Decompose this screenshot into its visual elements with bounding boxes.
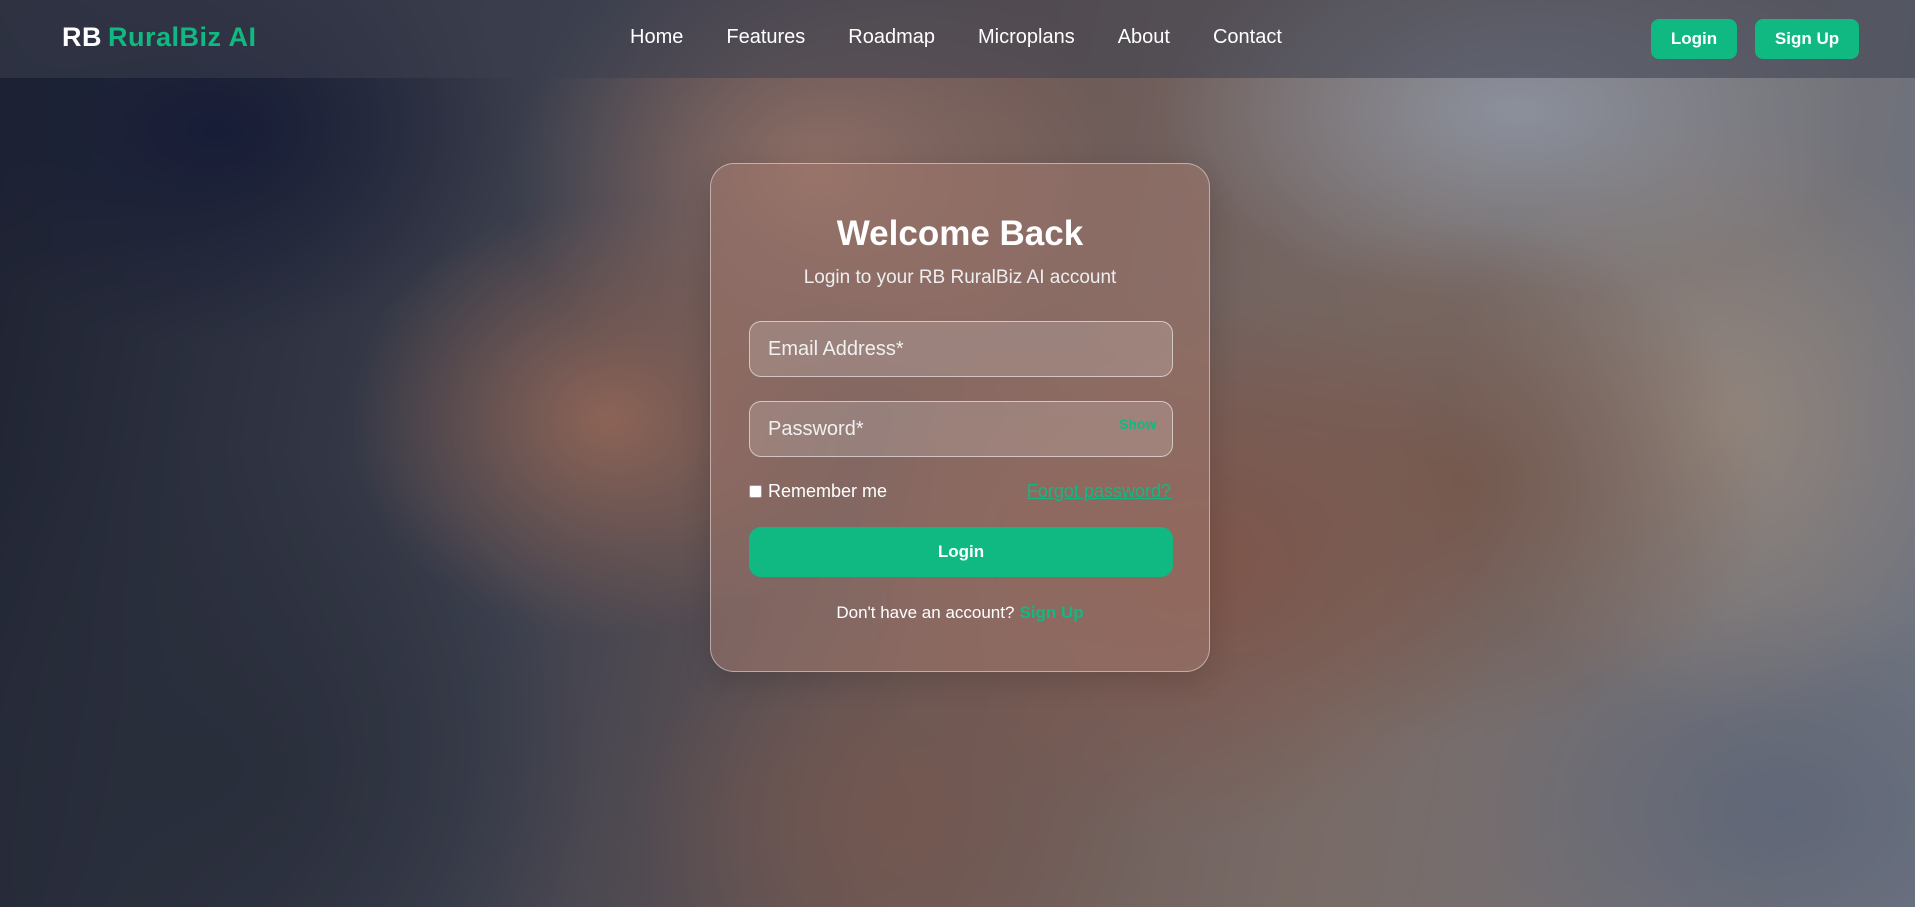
brand-prefix: RB: [62, 22, 102, 52]
login-card: Welcome Back Login to your RB RuralBiz A…: [710, 163, 1210, 672]
checkbox-icon[interactable]: [749, 485, 762, 498]
forgot-password-link[interactable]: Forgot password?: [1027, 481, 1171, 502]
nav-home[interactable]: Home: [630, 26, 683, 49]
nav-features[interactable]: Features: [726, 26, 805, 49]
signup-prompt: Don't have an account? Sign Up: [711, 603, 1209, 623]
header-login-button[interactable]: Login: [1651, 19, 1737, 59]
nav-roadmap[interactable]: Roadmap: [848, 26, 935, 49]
nav-contact[interactable]: Contact: [1213, 26, 1282, 49]
no-account-text: Don't have an account?: [836, 603, 1015, 622]
remember-me[interactable]: Remember me: [749, 481, 887, 502]
password-input[interactable]: [749, 401, 1173, 457]
login-page: RB RuralBiz AI Home Features Roadmap Micr…: [0, 0, 1915, 907]
header-signup-button[interactable]: Sign Up: [1755, 19, 1859, 59]
top-navbar: RB RuralBiz AI Home Features Roadmap Micr…: [0, 0, 1915, 78]
nav-microplans[interactable]: Microplans: [978, 26, 1075, 49]
nav-about[interactable]: About: [1118, 26, 1170, 49]
login-submit-button[interactable]: Login: [749, 527, 1173, 577]
brand-logo[interactable]: RB RuralBiz AI: [62, 22, 257, 53]
card-title: Welcome Back: [836, 214, 1084, 253]
email-input[interactable]: [749, 321, 1173, 377]
remember-me-label: Remember me: [768, 481, 888, 501]
card-subtitle: Login to your RB RuralBiz AI account: [803, 267, 1117, 288]
brand-name: RuralBiz AI: [108, 22, 257, 52]
signup-link[interactable]: Sign Up: [1019, 603, 1083, 622]
show-password-toggle[interactable]: Show: [1119, 416, 1156, 432]
main-nav: Home Features Roadmap Microplans About C…: [630, 26, 1325, 49]
